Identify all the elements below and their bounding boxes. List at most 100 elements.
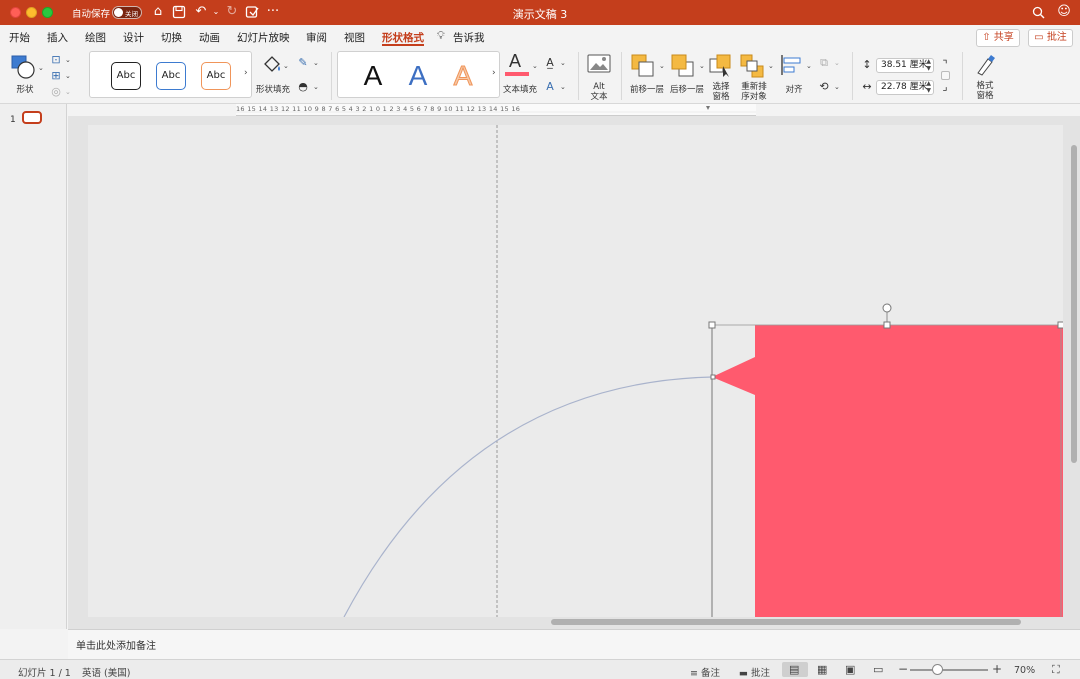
resize-handle-tr [1057, 321, 1063, 329]
comments-button[interactable]: ▭ 批注 [1028, 29, 1073, 47]
reorder-objects-label: 重新排 序对象 [741, 82, 767, 102]
ruler-indent-marker [706, 106, 710, 110]
text-fill-label: 文本填充 [502, 85, 537, 95]
lightbulb-icon: 💡︎ [437, 29, 445, 42]
rotate-handle-icon [882, 303, 892, 313]
comment-icon: ▭ [1034, 32, 1047, 43]
language-indicator[interactable]: 英语 (美国) [82, 665, 130, 679]
shape-fill-button[interactable]: ⌄ 形状填充 [255, 52, 291, 98]
notes-placeholder: 单击此处添加备注 [76, 641, 156, 652]
wordart-style-2[interactable]: A [403, 58, 433, 94]
shape-height-icon: ↕ [862, 58, 872, 71]
shape-styles-gallery: Abc Abc Abc › [89, 51, 252, 98]
lock-aspect-checkbox[interactable] [941, 71, 950, 80]
group-icon[interactable]: ⧉ [817, 56, 831, 70]
bring-forward-button[interactable]: ⌄ 前移一层 [628, 52, 665, 98]
comments-toggle[interactable]: ▬ 批注 [739, 665, 770, 679]
notes-toggle[interactable]: ≡ 备注 [690, 665, 720, 679]
zoom-in-icon[interactable]: + [992, 662, 1002, 676]
tab-review[interactable]: 审阅 [306, 30, 327, 45]
horizontal-ruler: 16 15 14 13 12 11 10 9 8 7 6 5 4 3 2 1 0… [236, 104, 756, 116]
tab-tell-me[interactable]: 告诉我 [453, 30, 485, 45]
paint-bucket-icon [264, 56, 280, 72]
wordart-style-1[interactable]: A [358, 58, 388, 94]
format-pane-button[interactable]: 格式 窗格 [970, 52, 1000, 102]
text-effects-icon[interactable]: A [543, 80, 557, 94]
vertical-scrollbar[interactable] [1071, 145, 1077, 463]
tab-design[interactable]: 设计 [123, 30, 144, 45]
share-label: 共享 [993, 32, 1014, 43]
zoom-percent[interactable]: 70% [1014, 665, 1035, 676]
fit-to-window-icon[interactable]: ⛶ [1052, 663, 1060, 677]
tab-insert[interactable]: 插入 [47, 30, 68, 45]
slide[interactable] [88, 125, 1063, 617]
tab-draw[interactable]: 绘图 [85, 30, 106, 45]
comment-bubble-icon: ▬ [739, 668, 751, 679]
width-stepper-icon[interactable]: ▲ ▼ [926, 80, 931, 94]
shape-style-2[interactable]: Abc [156, 62, 186, 90]
slide-thumbnail-panel [0, 104, 67, 629]
callout-shape [712, 325, 1063, 617]
align-label: 对齐 [785, 85, 803, 95]
slide-sorter-icon[interactable]: ▦ [817, 663, 827, 676]
send-backward-button[interactable]: ⌄ 后移一层 [668, 52, 705, 98]
text-fill-button[interactable]: A ⌄ 文本填充 [502, 51, 538, 98]
tab-view[interactable]: 视图 [344, 30, 365, 45]
ribbon: ⌄ 形状 ⊡ ⊞ ◎ ⌄ ⌄ ⌄ Abc Abc Abc › ⌄ 形状填充 ✎ … [0, 48, 1080, 104]
alt-text-button[interactable]: Alt 文本 [584, 52, 614, 102]
crop-corner-bottom-icon[interactable]: ⌟ [938, 80, 952, 94]
ruler-ticks [236, 106, 756, 113]
reorder-objects-icon [740, 54, 764, 78]
shape-height-input[interactable]: 38.51 厘米 ▲ ▼ [876, 58, 934, 73]
reorder-objects-button[interactable]: ⌄ 重新排 序对象 [738, 52, 778, 102]
reading-view-icon[interactable]: ▣ [845, 663, 855, 676]
status-bar: 幻灯片 1 / 1 英语 (美国) ≡ 备注 ▬ 批注 ▤ ▦ ▣ ▭ − + … [0, 659, 1080, 679]
shapes-button[interactable]: ⌄ 形状 [8, 52, 44, 98]
rotate-icon[interactable]: ⟲ [817, 80, 831, 94]
smiley-feedback-icon[interactable]: ☺ [1056, 4, 1072, 20]
zoom-slider[interactable] [910, 669, 988, 671]
gallery-more-icon[interactable]: › [244, 68, 248, 78]
edit-shape-icon[interactable]: ⊡ [49, 53, 63, 67]
share-button[interactable]: ⇧ 共享 [976, 29, 1020, 47]
text-box-icon[interactable]: ⊞ [49, 69, 63, 83]
wordart-style-3[interactable]: A [448, 58, 478, 94]
shape-style-1[interactable]: Abc [111, 62, 141, 90]
crop-corner-icon[interactable]: ⌝ [938, 58, 952, 72]
merge-shapes-icon[interactable]: ◎ [49, 85, 63, 99]
text-outline-icon[interactable]: A̲ [543, 56, 557, 70]
tab-shape-format[interactable]: 形状格式 [382, 30, 424, 45]
zoom-out-icon[interactable]: − [898, 662, 908, 676]
align-button[interactable]: ⌄ 对齐 [778, 52, 812, 98]
tab-home[interactable]: 开始 [9, 30, 30, 45]
height-stepper-icon[interactable]: ▲ ▼ [926, 58, 931, 72]
chevron-down-icon: ⌄ [38, 64, 44, 72]
tab-animations[interactable]: 动画 [199, 30, 220, 45]
horizontal-scrollbar[interactable] [551, 619, 1021, 625]
slideshow-icon[interactable]: ▭ [873, 663, 883, 676]
search-icon[interactable] [1030, 4, 1046, 20]
title-bar: 自动保存 关闭 ⌂ ↶ ⌄ ↻ ··· 演示文稿 3 ☺ [0, 0, 1080, 25]
shape-effects-icon[interactable]: ◓ [296, 80, 310, 94]
slide-info: 幻灯片 1 / 1 [18, 668, 71, 679]
send-backward-label: 后移一层 [669, 85, 704, 95]
powerpoint-window: 自动保存 关闭 ⌂ ↶ ⌄ ↻ ··· 演示文稿 3 ☺ 开始 插入 绘图 设计… [0, 0, 1080, 679]
gallery-more-icon-2[interactable]: › [492, 68, 496, 78]
wordart-styles-gallery: A A A › [337, 51, 500, 98]
notes-pane[interactable]: 单击此处添加备注 [68, 629, 1080, 659]
shape-width-value: 22.78 厘米 [881, 82, 928, 92]
resize-handle-top [883, 321, 891, 329]
zoom-slider-thumb[interactable] [932, 664, 943, 675]
text-fill-color-bar [505, 72, 529, 76]
tab-slideshow[interactable]: 幻灯片放映 [237, 30, 290, 45]
shape-outline-icon[interactable]: ✎ [296, 56, 310, 70]
selection-pane-button[interactable]: 选择 窗格 [706, 52, 736, 102]
ribbon-tabs: 开始 插入 绘图 设计 切换 动画 幻灯片放映 审阅 视图 形状格式 💡︎ 告诉… [0, 25, 1080, 48]
shape-width-input[interactable]: 22.78 厘米 ▲ ▼ [876, 80, 934, 95]
alt-text-icon [587, 54, 611, 73]
shapes-label: 形状 [16, 85, 34, 95]
slide-thumbnail[interactable] [22, 111, 42, 124]
shape-style-3[interactable]: Abc [201, 62, 231, 90]
tab-transitions[interactable]: 切换 [161, 30, 182, 45]
align-icon [781, 55, 801, 75]
